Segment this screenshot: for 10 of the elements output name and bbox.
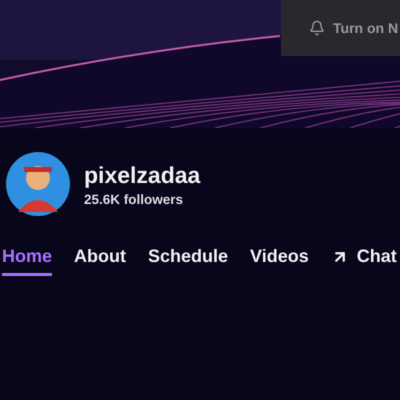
notifications-button[interactable]: Turn on N (281, 0, 400, 56)
channel-tab[interactable]: Home (2, 246, 52, 276)
avatar-image (6, 152, 70, 216)
bell-icon (309, 20, 325, 36)
channel-tab[interactable]: About (74, 246, 126, 276)
channel-tab[interactable]: Chat (330, 246, 397, 276)
channel-tab[interactable]: Videos (250, 246, 309, 276)
channel-name: pixelzadaa (84, 162, 200, 188)
channel-tab[interactable]: Schedule (148, 246, 228, 276)
follower-count: 25.6K followers (84, 192, 184, 206)
